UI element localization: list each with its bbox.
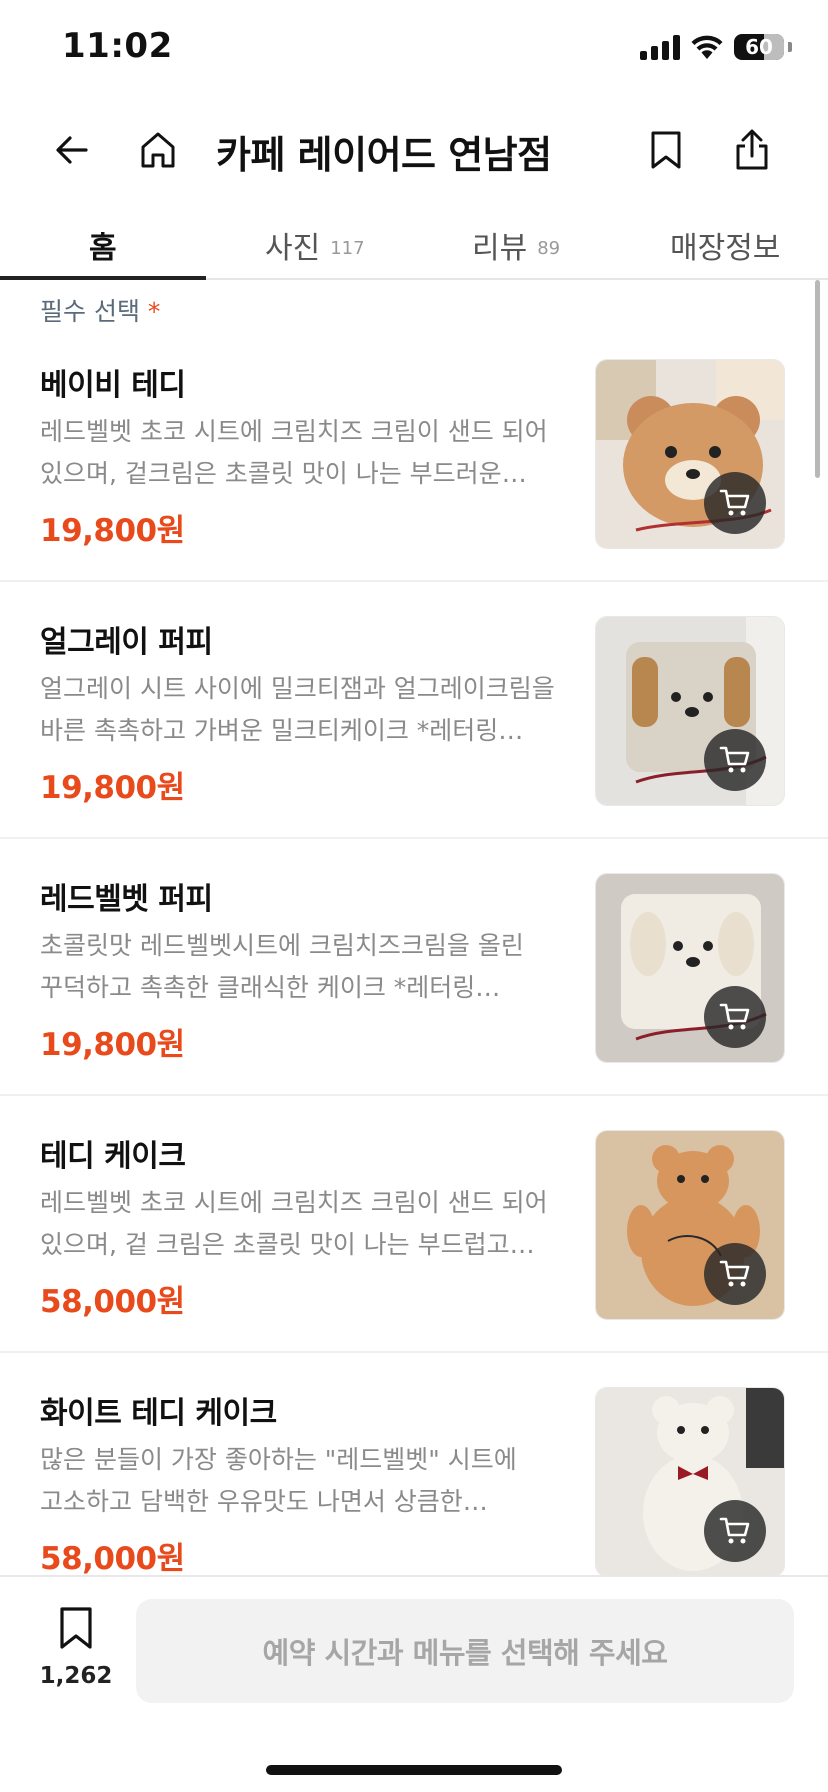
menu-item[interactable]: 얼그레이 퍼피 얼그레이 시트 사이에 밀크티잼과 얼그레이크림을 바른 촉촉하… — [0, 582, 828, 839]
reserve-button[interactable]: 예약 시간과 메뉴를 선택해 주세요 — [136, 1599, 794, 1703]
status-icons: 60 — [640, 34, 792, 60]
tab-count: 89 — [537, 238, 561, 259]
menu-item-name: 베이비 테디 — [40, 368, 186, 403]
home-icon — [141, 132, 175, 168]
home-indicator — [266, 1765, 562, 1775]
menu-item-price: 19,800원 — [40, 1027, 185, 1063]
cellular-signal-icon — [640, 34, 680, 60]
menu-item-description: 레드벨벳 초코 시트에 크림치즈 크림이 샌드 되어 있으며, 겉크림은 초콜릿… — [40, 417, 548, 488]
menu-item-description: 초콜릿맛 레드벨벳시트에 크림치즈크림을 올린 꾸덕하고 촉촉한 클래식한 케이… — [40, 931, 524, 1002]
menu-item[interactable]: 베이비 테디 레드벨벳 초코 시트에 크림치즈 크림이 샌드 되어 있으며, 겉… — [0, 325, 828, 582]
menu-item[interactable]: 화이트 테디 케이크 많은 분들이 가장 좋아하는 "레드벨벳" 시트에 고소하… — [0, 1353, 828, 1575]
cart-icon — [719, 1003, 750, 1030]
back-arrow-icon — [56, 136, 88, 164]
status-time: 11:02 — [62, 26, 173, 66]
share-icon — [736, 129, 768, 170]
tab-photos[interactable]: 사진 117 — [265, 223, 365, 267]
page-title: 카페 레이어드 연남점 — [216, 133, 552, 177]
share-button[interactable] — [724, 122, 780, 178]
tab-label: 리뷰 — [472, 231, 528, 266]
menu-item-price: 58,000원 — [40, 1284, 185, 1320]
bookmark-icon — [60, 1607, 92, 1649]
tab-store-info[interactable]: 매장정보 — [670, 223, 780, 267]
tab-home[interactable]: 홈 — [89, 223, 117, 267]
bookmark-icon — [651, 131, 681, 169]
menu-item-name: 레드벨벳 퍼피 — [40, 882, 213, 917]
battery-cap — [788, 42, 792, 52]
menu-item-photo[interactable] — [595, 873, 785, 1063]
required-mark: * — [147, 297, 161, 326]
add-to-cart-button[interactable] — [704, 986, 766, 1048]
tab-bar: 홈 사진 117 리뷰 89 매장정보 — [0, 205, 828, 280]
section-label-text: 필수 선택 — [40, 297, 140, 326]
menu-list[interactable]: 필수 선택 * 베이비 테디 레드벨벳 초코 시트에 크림치즈 크림이 샌드 되… — [0, 280, 828, 1575]
tab-count: 117 — [330, 238, 365, 259]
menu-item-photo[interactable] — [595, 1130, 785, 1320]
cart-icon — [719, 1517, 750, 1544]
status-bar: 11:02 60 — [0, 0, 828, 100]
menu-item-name: 테디 케이크 — [40, 1139, 186, 1174]
bookmark-count: 1,262 — [39, 1663, 113, 1689]
cart-icon — [719, 1260, 750, 1287]
tab-label: 홈 — [89, 231, 117, 266]
menu-item[interactable]: 레드벨벳 퍼피 초콜릿맛 레드벨벳시트에 크림치즈크림을 올린 꾸덕하고 촉촉한… — [0, 839, 828, 1096]
menu-item-name: 화이트 테디 케이크 — [40, 1396, 277, 1431]
add-to-cart-button[interactable] — [704, 1500, 766, 1562]
cart-icon — [719, 746, 750, 773]
menu-item-name: 얼그레이 퍼피 — [40, 625, 213, 660]
cart-icon — [719, 489, 750, 516]
tab-label: 사진 — [265, 231, 321, 266]
menu-item-description: 얼그레이 시트 사이에 밀크티잼과 얼그레이크림을 바른 촉촉하고 가벼운 밀크… — [40, 674, 555, 745]
menu-item-description: 레드벨벳 초코 시트에 크림치즈 크림이 샌드 되어 있으며, 겉 크림은 초콜… — [40, 1188, 548, 1259]
bottom-bookmark-button[interactable]: 1,262 — [36, 1605, 116, 1689]
add-to-cart-button[interactable] — [704, 729, 766, 791]
menu-item-price: 19,800원 — [40, 770, 185, 806]
battery-level: 60 — [745, 35, 773, 59]
menu-item-photo[interactable] — [595, 1387, 785, 1575]
menu-item-price: 58,000원 — [40, 1541, 185, 1575]
menu-item[interactable]: 테디 케이크 레드벨벳 초코 시트에 크림치즈 크림이 샌드 되어 있으며, 겉… — [0, 1096, 828, 1353]
header: 카페 레이어드 연남점 — [0, 100, 828, 200]
menu-item-price: 19,800원 — [40, 513, 185, 549]
back-button[interactable] — [44, 122, 100, 178]
battery-icon: 60 — [734, 34, 784, 60]
menu-item-description: 많은 분들이 가장 좋아하는 "레드벨벳" 시트에 고소하고 담백한 우유맛도 … — [40, 1445, 517, 1516]
add-to-cart-button[interactable] — [704, 472, 766, 534]
menu-item-photo[interactable] — [595, 616, 785, 806]
wifi-icon — [691, 35, 723, 59]
bookmark-button[interactable] — [638, 122, 694, 178]
menu-item-photo[interactable] — [595, 359, 785, 549]
tab-reviews[interactable]: 리뷰 89 — [472, 223, 560, 267]
tab-label: 매장정보 — [670, 231, 781, 266]
home-button[interactable] — [130, 122, 186, 178]
bottom-bar: 1,262 예약 시간과 메뉴를 선택해 주세요 — [0, 1575, 828, 1792]
add-to-cart-button[interactable] — [704, 1243, 766, 1305]
section-label: 필수 선택 * — [40, 292, 160, 328]
